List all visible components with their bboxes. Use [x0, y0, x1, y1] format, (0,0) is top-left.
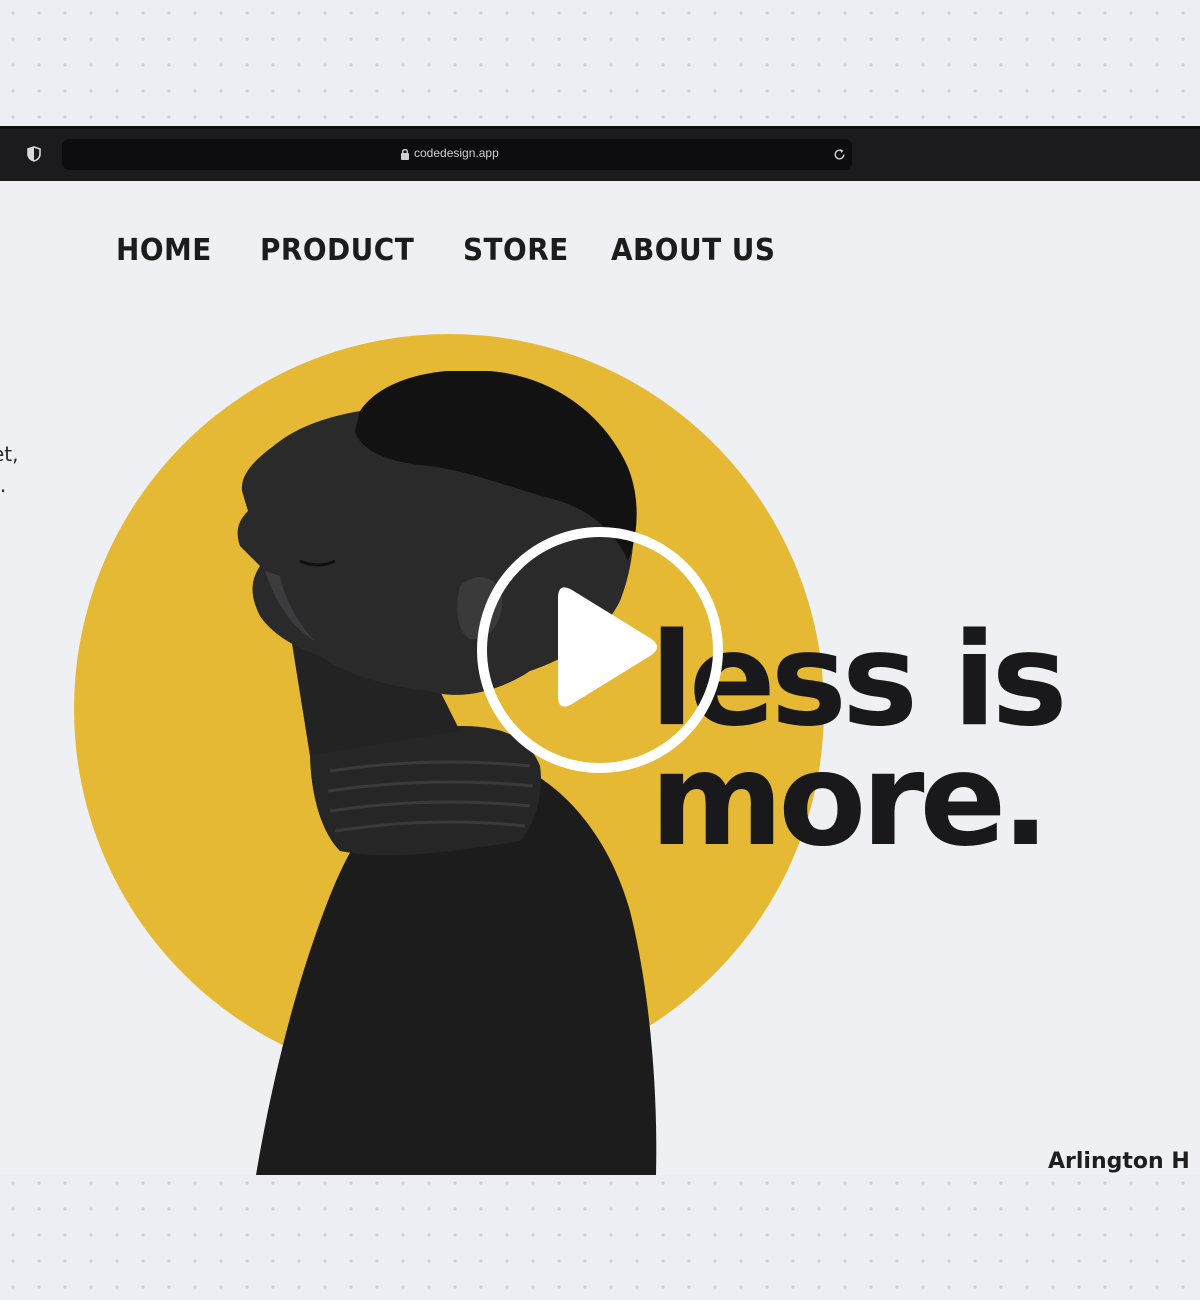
nav-about-us[interactable]: ABOUT US — [611, 233, 775, 268]
nav-product[interactable]: PRODUCT — [260, 233, 414, 268]
nav-home[interactable]: HOME — [116, 233, 212, 268]
url-text: codedesign.app — [414, 146, 499, 160]
address-bar[interactable]: codedesign.app — [62, 139, 852, 170]
shield-icon[interactable] — [27, 146, 41, 162]
play-button[interactable] — [474, 524, 726, 776]
nav-store[interactable]: STORE — [463, 233, 569, 268]
intro-text-fragment: et, t. — [0, 442, 19, 497]
lock-icon — [401, 149, 409, 160]
caption-text: Arlington H — [1048, 1149, 1190, 1174]
browser-toolbar: codedesign.app — [0, 126, 1200, 184]
reload-icon[interactable] — [833, 148, 846, 161]
play-icon — [558, 587, 657, 707]
